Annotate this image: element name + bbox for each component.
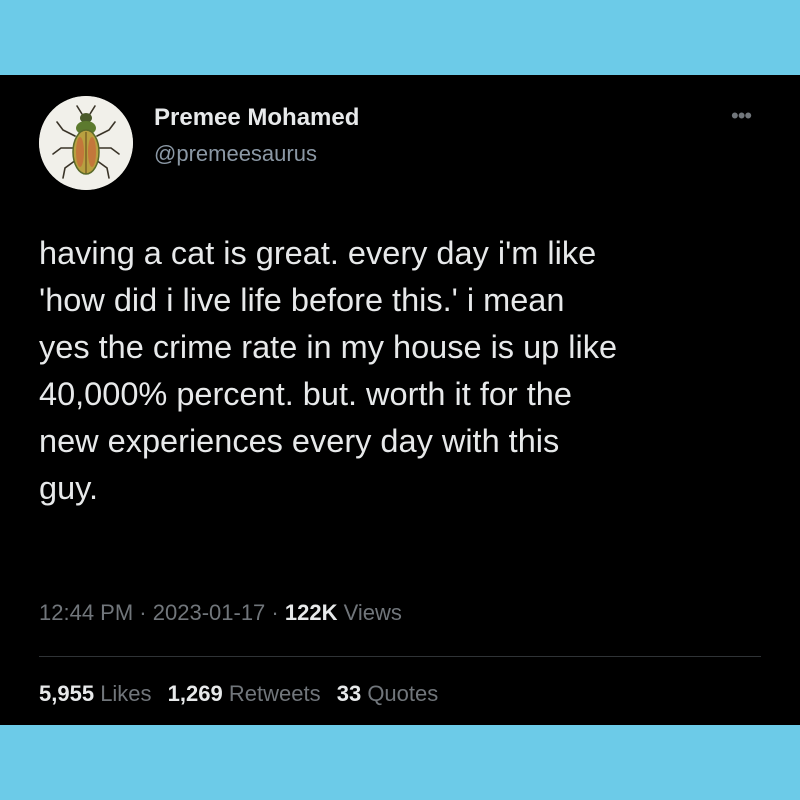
quotes-label: Quotes	[367, 681, 439, 706]
meta-separator: ·	[139, 600, 147, 625]
tweet-line: new experiences every day with this	[39, 423, 560, 459]
beetle-avatar-icon	[39, 96, 133, 190]
author-handle[interactable]: @premeesaurus	[154, 141, 317, 167]
quotes-stat[interactable]: 33 Quotes	[337, 681, 439, 706]
views-label: Views	[343, 600, 402, 625]
tweet-time[interactable]: 12:44 PM	[39, 600, 133, 625]
more-horizontal-icon[interactable]: •••	[731, 105, 752, 127]
retweets-stat[interactable]: 1,269 Retweets	[168, 681, 321, 706]
divider	[39, 656, 761, 657]
tweet-date[interactable]: 2023-01-17	[153, 600, 266, 625]
engagement-stats: 5,955 Likes 1,269 Retweets 33 Quotes	[39, 681, 448, 707]
tweet-text: having a cat is great. every day i'm lik…	[39, 230, 779, 512]
likes-count: 5,955	[39, 681, 95, 706]
tweet-card: Premee Mohamed @premeesaurus ••• having …	[0, 75, 800, 725]
likes-stat[interactable]: 5,955 Likes	[39, 681, 152, 706]
retweets-label: Retweets	[228, 681, 321, 706]
tweet-line: 40,000% percent. but. worth it for the	[39, 376, 572, 412]
views-count: 122K	[284, 600, 338, 625]
quotes-count: 33	[336, 681, 362, 706]
tweet-line: 'how did i live life before this.' i mea…	[39, 282, 565, 318]
meta-separator: ·	[271, 600, 279, 625]
tweet-line: yes the crime rate in my house is up lik…	[39, 329, 618, 365]
author-avatar[interactable]	[39, 96, 133, 190]
tweet-line: guy.	[39, 470, 99, 506]
likes-label: Likes	[100, 681, 152, 706]
tweet-meta: 12:44 PM · 2023-01-17 · 122K Views	[39, 600, 402, 626]
tweet-line: having a cat is great. every day i'm lik…	[39, 235, 597, 271]
retweets-count: 1,269	[167, 681, 223, 706]
author-display-name[interactable]: Premee Mohamed	[154, 104, 359, 132]
